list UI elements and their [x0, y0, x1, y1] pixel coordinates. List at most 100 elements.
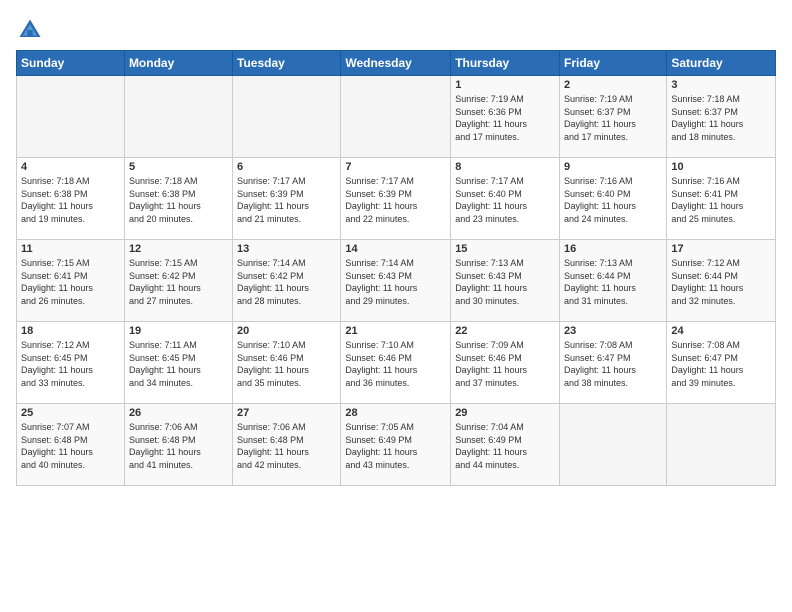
day-info: Sunrise: 7:10 AM Sunset: 6:46 PM Dayligh…: [345, 339, 446, 389]
logo: [16, 16, 48, 44]
day-info: Sunrise: 7:18 AM Sunset: 6:38 PM Dayligh…: [21, 175, 120, 225]
day-number: 14: [345, 243, 446, 255]
logo-icon: [16, 16, 44, 44]
day-info: Sunrise: 7:18 AM Sunset: 6:37 PM Dayligh…: [671, 93, 771, 143]
day-info: Sunrise: 7:15 AM Sunset: 6:41 PM Dayligh…: [21, 257, 120, 307]
calendar-cell: 14Sunrise: 7:14 AM Sunset: 6:43 PM Dayli…: [341, 240, 451, 322]
calendar-table: SundayMondayTuesdayWednesdayThursdayFrid…: [16, 50, 776, 486]
day-info: Sunrise: 7:04 AM Sunset: 6:49 PM Dayligh…: [455, 421, 555, 471]
day-info: Sunrise: 7:16 AM Sunset: 6:40 PM Dayligh…: [564, 175, 662, 225]
day-info: Sunrise: 7:19 AM Sunset: 6:37 PM Dayligh…: [564, 93, 662, 143]
calendar-week-4: 18 Sunrise: 7:12 AM Sunset: 6:45 PM Dayli…: [17, 322, 776, 404]
day-number: 1: [455, 79, 555, 91]
calendar-cell: 9 Sunrise: 7:16 AM Sunset: 6:40 PM Daylig…: [560, 158, 667, 240]
calendar-cell: 2 Sunrise: 7:19 AM Sunset: 6:37 PM Daylig…: [560, 76, 667, 158]
day-info: Sunrise: 7:17 AM Sunset: 6:39 PM Dayligh…: [237, 175, 336, 225]
calendar-cell: [341, 76, 451, 158]
day-info: Sunrise: 7:14 AM Sunset: 6:42 PM Dayligh…: [237, 257, 336, 307]
day-number: 17: [671, 243, 771, 255]
calendar-cell: [667, 404, 776, 486]
page: SundayMondayTuesdayWednesdayThursdayFrid…: [0, 0, 792, 612]
day-number: 20: [237, 325, 336, 337]
calendar-cell: 18 Sunrise: 7:12 AM Sunset: 6:45 PM Dayli…: [17, 322, 125, 404]
calendar-cell: 8 Sunrise: 7:17 AM Sunset: 6:40 PM Daylig…: [451, 158, 560, 240]
calendar-cell: 13 Sunrise: 7:14 AM Sunset: 6:42 PM Dayli…: [233, 240, 341, 322]
calendar-week-3: 11 Sunrise: 7:15 AM Sunset: 6:41 PM Dayli…: [17, 240, 776, 322]
calendar-cell: 16 Sunrise: 7:13 AM Sunset: 6:44 PM Dayli…: [560, 240, 667, 322]
calendar-cell: 24 Sunrise: 7:08 AM Sunset: 6:47 PM Dayli…: [667, 322, 776, 404]
calendar-cell: 10Sunrise: 7:16 AM Sunset: 6:41 PM Dayli…: [667, 158, 776, 240]
day-info: Sunrise: 7:12 AM Sunset: 6:45 PM Dayligh…: [21, 339, 120, 389]
day-number: 5: [129, 161, 228, 173]
calendar-cell: 17 Sunrise: 7:12 AM Sunset: 6:44 PM Dayli…: [667, 240, 776, 322]
day-number: 28: [345, 407, 446, 419]
calendar-week-2: 4 Sunrise: 7:18 AM Sunset: 6:38 PM Daylig…: [17, 158, 776, 240]
calendar-cell: [560, 404, 667, 486]
col-header-monday: Monday: [124, 51, 232, 76]
col-header-wednesday: Wednesday: [341, 51, 451, 76]
day-info: Sunrise: 7:13 AM Sunset: 6:43 PM Dayligh…: [455, 257, 555, 307]
calendar-cell: 3 Sunrise: 7:18 AM Sunset: 6:37 PM Daylig…: [667, 76, 776, 158]
col-header-saturday: Saturday: [667, 51, 776, 76]
day-info: Sunrise: 7:17 AM Sunset: 6:40 PM Dayligh…: [455, 175, 555, 225]
col-header-sunday: Sunday: [17, 51, 125, 76]
day-info: Sunrise: 7:09 AM Sunset: 6:46 PM Dayligh…: [455, 339, 555, 389]
day-info: Sunrise: 7:07 AM Sunset: 6:48 PM Dayligh…: [21, 421, 120, 471]
day-info: Sunrise: 7:05 AM Sunset: 6:49 PM Dayligh…: [345, 421, 446, 471]
calendar-cell: 26Sunrise: 7:06 AM Sunset: 6:48 PM Dayli…: [124, 404, 232, 486]
calendar-cell: [124, 76, 232, 158]
day-number: 3: [671, 79, 771, 91]
col-header-thursday: Thursday: [451, 51, 560, 76]
calendar-cell: 25 Sunrise: 7:07 AM Sunset: 6:48 PM Dayli…: [17, 404, 125, 486]
day-number: 23: [564, 325, 662, 337]
day-info: Sunrise: 7:15 AM Sunset: 6:42 PM Dayligh…: [129, 257, 228, 307]
day-info: Sunrise: 7:11 AM Sunset: 6:45 PM Dayligh…: [129, 339, 228, 389]
day-number: 9: [564, 161, 662, 173]
calendar-cell: 1Sunrise: 7:19 AM Sunset: 6:36 PM Daylig…: [451, 76, 560, 158]
calendar-cell: 20 Sunrise: 7:10 AM Sunset: 6:46 PM Dayli…: [233, 322, 341, 404]
day-info: Sunrise: 7:06 AM Sunset: 6:48 PM Dayligh…: [237, 421, 336, 471]
day-number: 11: [21, 243, 120, 255]
calendar-cell: 27 Sunrise: 7:06 AM Sunset: 6:48 PM Dayli…: [233, 404, 341, 486]
calendar-cell: 12 Sunrise: 7:15 AM Sunset: 6:42 PM Dayli…: [124, 240, 232, 322]
col-header-friday: Friday: [560, 51, 667, 76]
day-number: 26: [129, 407, 228, 419]
day-number: 18: [21, 325, 120, 337]
calendar-cell: 28 Sunrise: 7:05 AM Sunset: 6:49 PM Dayli…: [341, 404, 451, 486]
day-info: Sunrise: 7:18 AM Sunset: 6:38 PM Dayligh…: [129, 175, 228, 225]
day-number: 2: [564, 79, 662, 91]
day-number: 8: [455, 161, 555, 173]
day-number: 22: [455, 325, 555, 337]
day-number: 19: [129, 325, 228, 337]
day-info: Sunrise: 7:10 AM Sunset: 6:46 PM Dayligh…: [237, 339, 336, 389]
day-number: 7: [345, 161, 446, 173]
col-header-tuesday: Tuesday: [233, 51, 341, 76]
day-number: 4: [21, 161, 120, 173]
day-number: 16: [564, 243, 662, 255]
day-info: Sunrise: 7:13 AM Sunset: 6:44 PM Dayligh…: [564, 257, 662, 307]
day-number: 25: [21, 407, 120, 419]
day-number: 12: [129, 243, 228, 255]
day-number: 21: [345, 325, 446, 337]
day-number: 27: [237, 407, 336, 419]
day-info: Sunrise: 7:08 AM Sunset: 6:47 PM Dayligh…: [564, 339, 662, 389]
calendar-header-row: SundayMondayTuesdayWednesdayThursdayFrid…: [17, 51, 776, 76]
day-info: Sunrise: 7:16 AM Sunset: 6:41 PM Dayligh…: [671, 175, 771, 225]
day-number: 24: [671, 325, 771, 337]
calendar-cell: 6 Sunrise: 7:17 AM Sunset: 6:39 PM Daylig…: [233, 158, 341, 240]
day-number: 13: [237, 243, 336, 255]
calendar-week-1: 1Sunrise: 7:19 AM Sunset: 6:36 PM Daylig…: [17, 76, 776, 158]
day-info: Sunrise: 7:08 AM Sunset: 6:47 PM Dayligh…: [671, 339, 771, 389]
calendar-cell: 29Sunrise: 7:04 AM Sunset: 6:49 PM Dayli…: [451, 404, 560, 486]
day-number: 6: [237, 161, 336, 173]
day-info: Sunrise: 7:17 AM Sunset: 6:39 PM Dayligh…: [345, 175, 446, 225]
calendar-cell: 15 Sunrise: 7:13 AM Sunset: 6:43 PM Dayli…: [451, 240, 560, 322]
calendar-cell: 23 Sunrise: 7:08 AM Sunset: 6:47 PM Dayli…: [560, 322, 667, 404]
day-number: 15: [455, 243, 555, 255]
calendar-cell: [233, 76, 341, 158]
header-area: [16, 16, 776, 44]
day-info: Sunrise: 7:12 AM Sunset: 6:44 PM Dayligh…: [671, 257, 771, 307]
calendar-cell: 22 Sunrise: 7:09 AM Sunset: 6:46 PM Dayli…: [451, 322, 560, 404]
calendar-cell: 7 Sunrise: 7:17 AM Sunset: 6:39 PM Daylig…: [341, 158, 451, 240]
calendar-cell: 4 Sunrise: 7:18 AM Sunset: 6:38 PM Daylig…: [17, 158, 125, 240]
